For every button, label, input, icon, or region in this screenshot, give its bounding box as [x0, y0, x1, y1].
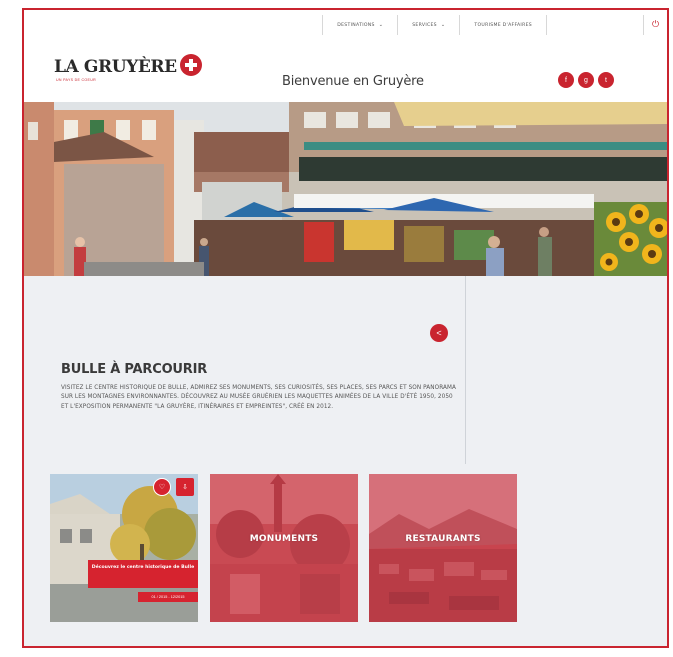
chevron-down-icon: ⌄: [440, 22, 446, 28]
nav-tourisme-label: TOURISME D'AFFAIRES: [474, 22, 532, 28]
download-icon[interactable]: ⇩: [176, 478, 194, 496]
logo-cross-icon: [179, 54, 202, 76]
card-centre-historique[interactable]: ♡ ⇩ Découvrez le centre historique de Bu…: [50, 474, 198, 622]
card-badge: Découvrez le centre historique de Bulle: [88, 560, 198, 588]
site-logo[interactable]: LA GRUYÈRE UN PAYS DE COEUR: [54, 54, 202, 82]
chevron-down-icon: ⌄: [378, 22, 384, 28]
logo-subtitle: UN PAYS DE COEUR: [56, 78, 97, 82]
logo-text: LA GRUYÈRE: [54, 57, 177, 77]
card-monuments-label: MONUMENTS: [249, 534, 319, 544]
monuments-photo: [210, 474, 358, 622]
card-restaurants-label: RESTAURANTS: [405, 534, 481, 544]
vertical-divider: [465, 276, 466, 464]
card-date: 01 / 2015 - 12/2015: [138, 592, 198, 602]
hero-market-photo: [24, 102, 667, 276]
restaurants-photo: [369, 474, 517, 622]
card-monuments[interactable]: MONUMENTS: [210, 474, 358, 622]
twitter-icon[interactable]: t: [598, 72, 614, 88]
nav-services-label: SERVICES: [412, 22, 437, 28]
welcome-text: Bienvenue en Gruyère: [282, 74, 424, 89]
section-title: BULLE À PARCOURIR: [61, 362, 208, 377]
facebook-icon[interactable]: f: [558, 72, 574, 88]
google-plus-icon[interactable]: g: [578, 72, 594, 88]
page-frame: DESTINATIONS ⌄ SERVICES ⌄ TOURISME D'AFF…: [22, 8, 669, 648]
power-icon[interactable]: ⏻: [643, 15, 667, 35]
nav-destinations[interactable]: DESTINATIONS ⌄: [322, 15, 397, 35]
share-icon[interactable]: <: [430, 324, 448, 342]
nav-tourisme-affaires[interactable]: TOURISME D'AFFAIRES: [459, 15, 547, 35]
nav-services[interactable]: SERVICES ⌄: [397, 15, 459, 35]
top-nav: DESTINATIONS ⌄ SERVICES ⌄ TOURISME D'AFF…: [24, 10, 667, 40]
social-links: f g t: [558, 72, 614, 88]
hero-image: [24, 102, 667, 276]
content-section: < BULLE À PARCOURIR VISITEZ LE CENTRE HI…: [24, 276, 667, 646]
heart-icon[interactable]: ♡: [153, 478, 171, 496]
section-description: VISITEZ LE CENTRE HISTORIQUE DE BULLE, A…: [61, 385, 457, 410]
nav-destinations-label: DESTINATIONS: [337, 22, 375, 28]
card-restaurants[interactable]: RESTAURANTS: [369, 474, 517, 622]
